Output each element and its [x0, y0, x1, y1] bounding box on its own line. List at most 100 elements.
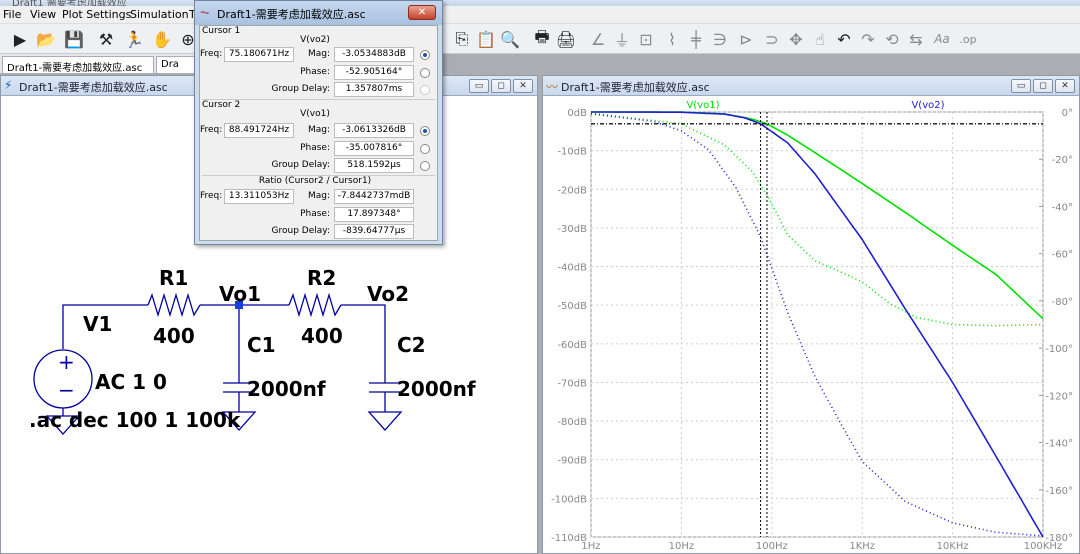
y-left-tick-label: -40dB: [557, 263, 587, 274]
y-right-tick-label: -140°: [1045, 439, 1073, 450]
cursor1-mag-label: Mag:: [307, 49, 330, 59]
open-icon[interactable]: 📂: [34, 27, 58, 51]
y-left-tick-label: -70dB: [557, 378, 587, 389]
capacitor-icon[interactable]: ╪: [684, 27, 708, 51]
halt-icon[interactable]: ✋: [150, 27, 174, 51]
schematic-icon: ⚡: [4, 78, 13, 92]
ratio-gd-field[interactable]: -839.64777µs: [334, 224, 414, 239]
tab-plot[interactable]: Dra: [156, 56, 198, 73]
cursor2-freq-field[interactable]: 88.491724Hz: [224, 123, 294, 138]
cursor1-gd-field[interactable]: 1.357807ms: [334, 82, 414, 97]
ground-icon[interactable]: ⏚: [610, 27, 634, 51]
cursor2-gd-label: Group Delay:: [271, 160, 330, 170]
trace-legend-label[interactable]: V(vo1): [686, 100, 719, 111]
paste-icon[interactable]: 📋: [474, 27, 498, 51]
component-icon[interactable]: ⊃: [760, 27, 784, 51]
diode-icon[interactable]: ⊳: [734, 27, 758, 51]
find-icon[interactable]: 🔍: [498, 27, 522, 51]
ratio-mag-label: Mag:: [307, 191, 330, 201]
wire-icon[interactable]: ∠: [586, 27, 610, 51]
menu-bar: File View Plot Settings Simulation T: [0, 6, 1080, 24]
waveform-icon: 〰: [546, 80, 559, 94]
redo-icon[interactable]: ↷: [856, 27, 880, 51]
tab-schematic[interactable]: Draft1-需要考虑加载效应.asc: [2, 56, 154, 73]
y-right-tick-label: -60°: [1052, 250, 1073, 261]
close-button[interactable]: ✕: [513, 79, 533, 93]
cursor2-phase-radio[interactable]: [420, 144, 430, 154]
bode-plot[interactable]: 0dB -10dB -20dB -30dB -40dB -50dB -60dB -70dB -8…: [543, 96, 1079, 553]
cursor1-phase-radio[interactable]: [420, 68, 430, 78]
label-r1: R1: [159, 266, 189, 290]
cursor2-gd-radio[interactable]: [420, 161, 430, 171]
cursor1-group-label: Cursor 1: [202, 26, 241, 36]
tab-plot-label: Dra: [161, 59, 179, 70]
label-r2-value: 400: [301, 324, 343, 348]
cursor2-mag-field[interactable]: -3.0613326dB: [334, 123, 414, 138]
print-setup-icon[interactable]: 🖨: [554, 27, 578, 51]
ltspice-app: Draft1 需要考虑加载效应 File View Plot Settings …: [0, 0, 1080, 554]
text-icon[interactable]: Aa: [930, 27, 954, 51]
trace-legend-label[interactable]: V(vo2): [911, 100, 944, 111]
cursor2-phase-field[interactable]: -35.007816°: [334, 141, 414, 156]
move-icon[interactable]: ✥: [784, 27, 808, 51]
cursor2-mag-radio[interactable]: [420, 126, 430, 136]
ratio-freq-field[interactable]: 13.311053Hz: [224, 189, 294, 204]
plot-minimize-button[interactable]: ▭: [1011, 79, 1031, 93]
label-vo1: Vo1: [219, 282, 262, 306]
print-icon[interactable]: 🖶: [530, 27, 554, 51]
copy-icon[interactable]: ⎘: [450, 27, 474, 51]
plot-window-title: Draft1-需要考虑加载效应.asc: [561, 81, 710, 94]
cursor-dialog-icon: ⏦: [200, 5, 210, 19]
cursor2-group-label: Cursor 2: [202, 100, 241, 110]
cursor1-freq-field[interactable]: 75.180671Hz: [224, 47, 294, 62]
y-right-tick-label: -100°: [1045, 344, 1073, 355]
toolbar: ▶ 📂 💾 ⚒ 🏃 ✋ ⊕ ⎘ 📋 🔍 🖶 🖨 ∠ ⏚ ⊡ ⌇ ╪ ∋ ⊳ ⊃ …: [0, 24, 1080, 54]
ratio-phase-label: Phase:: [300, 209, 330, 219]
v1-minus-sign: −: [58, 378, 75, 402]
resistor-r2[interactable]: [288, 292, 342, 318]
run-sim-icon[interactable]: 🏃: [122, 27, 146, 51]
plot-maximize-button[interactable]: ◻: [1033, 79, 1053, 93]
label-net-icon[interactable]: ⊡: [634, 27, 658, 51]
ratio-mag-field[interactable]: -7.8442737mdB: [334, 189, 414, 204]
rotate-icon[interactable]: ⟲: [880, 27, 904, 51]
spice-directive-icon[interactable]: .op: [956, 27, 980, 51]
maximize-button[interactable]: ◻: [491, 79, 511, 93]
cursor1-gd-radio[interactable]: [420, 85, 430, 95]
inductor-icon[interactable]: ∋: [708, 27, 732, 51]
menu-view[interactable]: View: [30, 8, 56, 21]
x-tick-label: 10KHz: [937, 541, 969, 552]
cursor2-mag-label: Mag:: [307, 125, 330, 135]
mirror-icon[interactable]: ⇆: [904, 27, 928, 51]
resistor-r1[interactable]: [147, 292, 201, 318]
cursor2-trace: V(vo1): [300, 109, 330, 119]
cursor1-mag-radio[interactable]: [420, 50, 430, 60]
cursor1-mag-field[interactable]: -3.0534883dB: [334, 47, 414, 62]
menu-plot-settings[interactable]: Plot Settings: [62, 8, 131, 21]
drag-icon[interactable]: ☝: [808, 27, 832, 51]
resistor-icon[interactable]: ⌇: [660, 27, 684, 51]
y-right-tick-label: -120°: [1045, 391, 1073, 402]
cursor1-freq-label: Freq:: [200, 49, 223, 59]
cursor-dialog-close-button[interactable]: ✕: [408, 5, 436, 20]
label-c1-value: 2000nf: [247, 377, 326, 401]
label-c1: C1: [247, 333, 276, 357]
save-icon[interactable]: 💾: [62, 27, 86, 51]
label-c2: C2: [397, 333, 426, 357]
plot-close-button[interactable]: ✕: [1055, 79, 1075, 93]
undo-icon[interactable]: ↶: [832, 27, 856, 51]
ratio-phase-field[interactable]: 17.897348°: [334, 207, 414, 222]
menu-simulation[interactable]: Simulation: [130, 8, 189, 21]
spice-directive[interactable]: .ac dec 100 1 100k: [29, 408, 240, 432]
label-r1-value: 400: [153, 324, 195, 348]
label-r2: R2: [307, 266, 337, 290]
cursor2-gd-field[interactable]: 518.1592µs: [334, 158, 414, 173]
cursor1-phase-field[interactable]: -52.905164°: [334, 65, 414, 80]
control-panel-icon[interactable]: ⚒: [94, 27, 118, 51]
cursor1-gd-label: Group Delay:: [271, 84, 330, 94]
tab-strip: Draft1-需要考虑加载效应.asc Dra: [0, 54, 200, 73]
run-icon[interactable]: ▶: [8, 27, 32, 51]
minimize-button[interactable]: ▭: [469, 79, 489, 93]
label-vo2: Vo2: [367, 282, 410, 306]
menu-file[interactable]: File: [3, 8, 21, 21]
